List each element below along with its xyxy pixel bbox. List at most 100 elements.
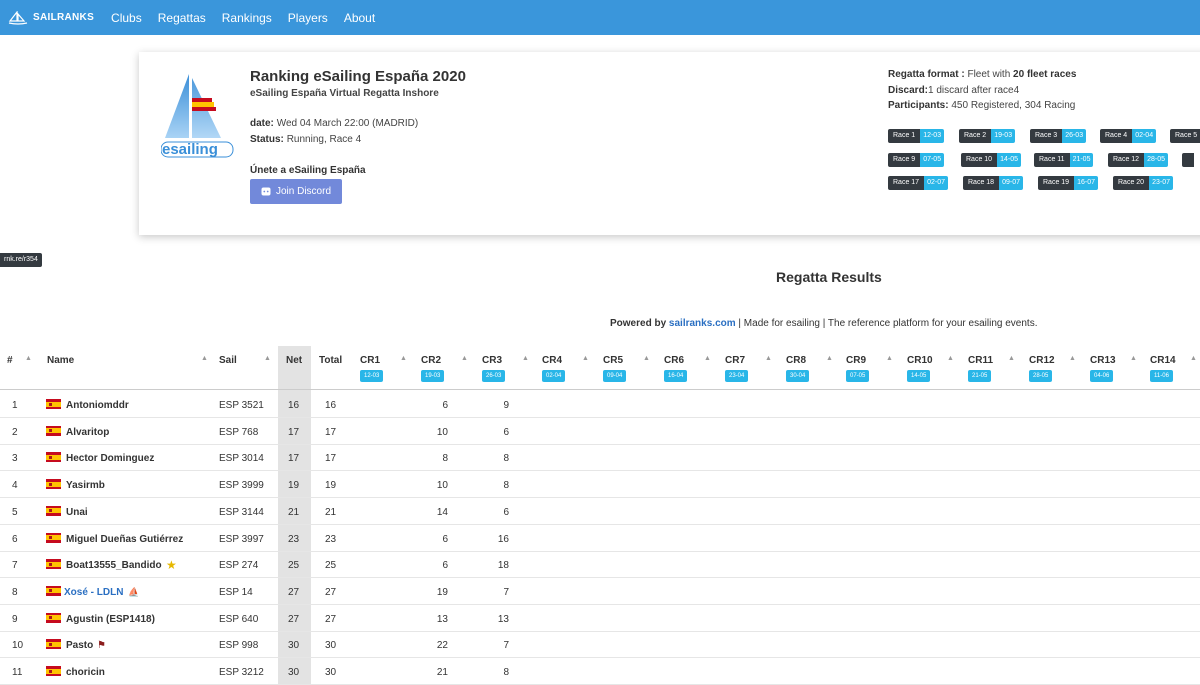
player-name[interactable]: Yasirmb: [66, 480, 105, 491]
table-row[interactable]: 1 Antoniomddr ESP 3521 16 16 6 9: [0, 391, 1200, 418]
player-name[interactable]: Boat13555_Bandido: [66, 560, 162, 571]
sail-cell: ESP 998: [219, 640, 259, 652]
col-name[interactable]: Name: [47, 355, 74, 366]
net-cell: 30: [288, 640, 300, 652]
sort-icon[interactable]: ▲: [947, 355, 954, 362]
race-score-cell: 21: [436, 667, 448, 678]
race-badge[interactable]: Race 19 16-07: [1038, 176, 1098, 190]
race-score-cell: 22: [436, 640, 448, 652]
nav-clubs[interactable]: Clubs: [111, 11, 142, 25]
sort-icon[interactable]: ▲: [25, 355, 32, 362]
table-header: # ▲ Name ▲ Sail ▲ Net Total CR1 ▲ 12-03 CR2…: [0, 346, 1200, 390]
sort-icon[interactable]: ▲: [264, 355, 271, 362]
discord-icon: [261, 187, 271, 196]
net-cell: 21: [288, 506, 300, 518]
col-race[interactable]: CR14: [1150, 355, 1176, 366]
player-name[interactable]: Xosé - LDLN: [64, 587, 123, 598]
col-race[interactable]: CR13: [1090, 355, 1116, 366]
player-name[interactable]: Agustin (ESP1418): [66, 614, 155, 625]
race-badge[interactable]: Race 20 23-07: [1113, 176, 1173, 190]
race-badge[interactable]: Race 5: [1170, 129, 1200, 143]
player-name[interactable]: Hector Dominguez: [66, 453, 154, 464]
race-badge[interactable]: Race 10 14-05: [961, 153, 1021, 167]
net-cell: 27: [288, 586, 300, 598]
race-score-cell: 6: [442, 560, 448, 572]
table-row[interactable]: 7 Boat13555_Bandido ESP 274 25 25 6 18 ★: [0, 551, 1200, 579]
sort-icon[interactable]: ▲: [582, 355, 589, 362]
nav-rankings[interactable]: Rankings: [222, 11, 272, 25]
sort-icon[interactable]: ▲: [1069, 355, 1076, 362]
col-race[interactable]: CR7: [725, 355, 745, 366]
nav-about[interactable]: About: [344, 11, 375, 25]
table-row[interactable]: 9 Agustin (ESP1418) ESP 640 27 27 13 13: [0, 605, 1200, 632]
regatta-subtitle: eSailing España Virtual Regatta Inshore: [250, 88, 439, 99]
race-score-cell: 10: [436, 426, 448, 438]
col-race[interactable]: CR4: [542, 355, 562, 366]
race-date-badge: 16-04: [664, 370, 688, 382]
table-row[interactable]: 2 Alvaritop ESP 768 17 17 10 6: [0, 418, 1200, 445]
player-name[interactable]: Miguel Dueñas Gutiérrez: [66, 534, 183, 545]
col-race[interactable]: CR2: [421, 355, 441, 366]
col-net[interactable]: Net: [286, 355, 302, 366]
sort-icon[interactable]: ▲: [522, 355, 529, 362]
player-name[interactable]: choricin: [66, 667, 105, 678]
race-badge[interactable]: Race 4 02-04: [1100, 129, 1157, 143]
short-link-badge[interactable]: rnk.re/r354: [0, 253, 42, 267]
race-badge[interactable]: Race 12 28-05: [1108, 153, 1168, 167]
nav-regattas[interactable]: Regattas: [158, 11, 206, 25]
sail-cell: ESP 3144: [219, 506, 264, 518]
nav-players[interactable]: Players: [288, 11, 328, 25]
race-badge[interactable]: Race 18 09-07: [963, 176, 1023, 190]
sort-icon[interactable]: ▲: [643, 355, 650, 362]
join-discord-button[interactable]: Join Discord: [250, 179, 342, 204]
col-race[interactable]: CR1: [360, 355, 380, 366]
col-race[interactable]: CR12: [1029, 355, 1055, 366]
race-badge[interactable]: Race 17 02-07: [888, 176, 948, 190]
col-race[interactable]: CR10: [907, 355, 933, 366]
sort-icon[interactable]: ▲: [400, 355, 407, 362]
sort-icon[interactable]: ▲: [826, 355, 833, 362]
date-value: Wed 04 March 22:00 (MADRID): [276, 118, 419, 129]
player-name[interactable]: Alvaritop: [66, 427, 109, 438]
col-total[interactable]: Total: [319, 355, 342, 366]
sailranks-link[interactable]: sailranks.com: [669, 318, 736, 329]
table-row[interactable]: 6 Miguel Dueñas Gutiérrez ESP 3997 23 23 6 16: [0, 525, 1200, 552]
race-date-badge: 02-04: [542, 370, 566, 382]
race-badge[interactable]: Race 2 19-03: [959, 129, 1016, 143]
net-cell: 17: [288, 426, 300, 438]
table-row[interactable]: 11 choricin ESP 3212 30 30 21 8: [0, 658, 1200, 685]
col-race[interactable]: CR11: [968, 355, 993, 366]
table-row[interactable]: 3 Hector Dominguez ESP 3014 17 17 8 8: [0, 444, 1200, 472]
col-race[interactable]: CR9: [846, 355, 866, 366]
col-race[interactable]: CR3: [482, 355, 502, 366]
race-badge[interactable]: [1182, 153, 1194, 167]
table-row[interactable]: 8 Xosé - LDLN ESP 14 27 27 19 7 ⛵: [0, 578, 1200, 605]
sort-icon[interactable]: ▲: [201, 355, 208, 362]
sort-icon[interactable]: ▲: [704, 355, 711, 362]
sort-icon[interactable]: ▲: [886, 355, 893, 362]
col-race[interactable]: CR8: [786, 355, 806, 366]
sort-icon[interactable]: ▲: [1130, 355, 1137, 362]
table-row[interactable]: 4 Yasirmb ESP 3999 19 19 10 8: [0, 471, 1200, 499]
col-rank[interactable]: #: [7, 355, 13, 366]
race-badge[interactable]: Race 9 07-05: [888, 153, 945, 167]
sort-icon[interactable]: ▲: [765, 355, 772, 362]
discard-value: 1 discard after race4: [928, 85, 1020, 96]
col-race[interactable]: CR5: [603, 355, 623, 366]
col-race[interactable]: CR6: [664, 355, 684, 366]
table-row[interactable]: 5 Unai ESP 3144 21 21 14 6: [0, 498, 1200, 525]
brand-logo[interactable]: SAILRANKS: [8, 10, 94, 25]
player-name[interactable]: Unai: [66, 507, 88, 518]
race-badge[interactable]: Race 11 21-05: [1034, 153, 1094, 167]
race-date-badge: 12-03: [360, 370, 384, 382]
player-name[interactable]: Pasto: [66, 640, 93, 651]
race-badge[interactable]: Race 1 12-03: [888, 129, 945, 143]
race-badge[interactable]: Race 3 26-03: [1030, 129, 1087, 143]
rank-cell: 11: [12, 667, 23, 678]
sort-icon[interactable]: ▲: [1008, 355, 1015, 362]
col-sail[interactable]: Sail: [219, 355, 237, 366]
player-name[interactable]: Antoniomddr: [66, 400, 129, 411]
sort-icon[interactable]: ▲: [461, 355, 468, 362]
sort-icon[interactable]: ▲: [1190, 355, 1197, 362]
table-row[interactable]: 10 Pasto ESP 998 30 30 22 7 ⚑: [0, 631, 1200, 659]
